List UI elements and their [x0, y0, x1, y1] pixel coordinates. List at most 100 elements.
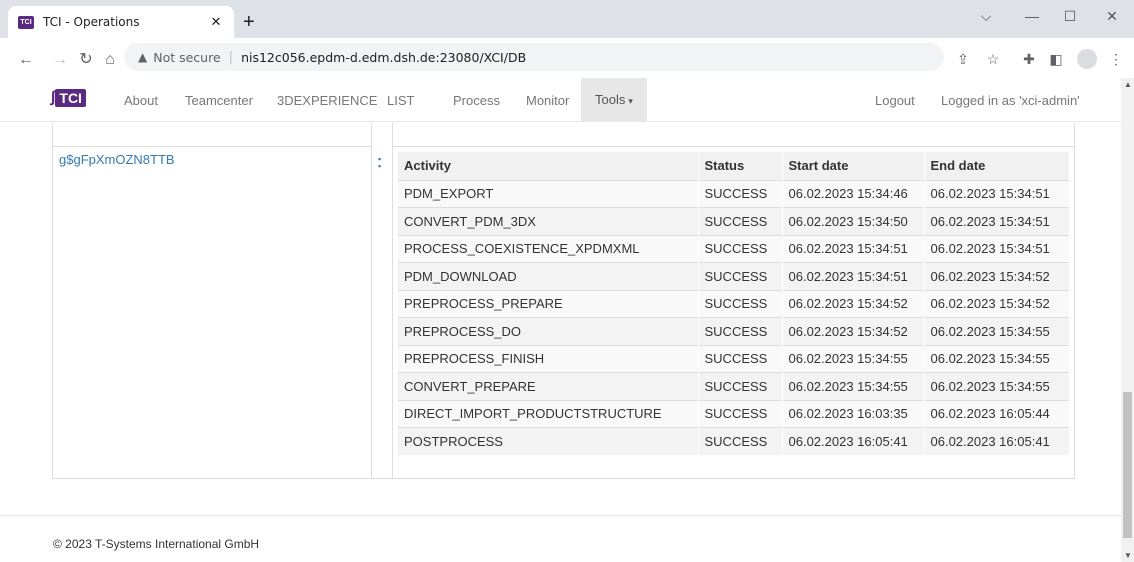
cell-status: SUCCESS	[698, 317, 783, 345]
browser-tab[interactable]: TCI TCI - Operations ✕	[8, 6, 234, 38]
forward-icon[interactable]: →	[50, 52, 70, 68]
side-panel-icon[interactable]: ◧	[1046, 51, 1066, 68]
tab-title: TCI - Operations	[43, 15, 140, 29]
cell-activity: PREPROCESS_FINISH	[398, 344, 699, 373]
cell-activity: PREPROCESS_DO	[398, 317, 699, 345]
cell-start-date: 06.02.2023 15:34:51	[782, 262, 925, 290]
table-row: PROCESS_COEXISTENCE_XPDMXML SUCCESS 06.02.…	[398, 234, 1070, 263]
browser-tabstrip: TCI TCI - Operations ✕ + ⌵ — ☐ ✕	[0, 0, 1134, 38]
cell-activity: PDM_EXPORT	[398, 179, 699, 208]
back-icon[interactable]: ←	[16, 52, 36, 68]
nav-monitor[interactable]: Monitor	[526, 93, 569, 108]
brand-text: TCI	[55, 89, 86, 107]
table-row: PREPROCESS_DO SUCCESS 06.02.2023 15:34:52 0…	[398, 317, 1070, 345]
row-divider	[52, 146, 372, 147]
cell-activity: CONVERT_PDM_3DX	[398, 207, 699, 235]
nav-logout[interactable]: Logout	[875, 93, 915, 108]
minimize-icon[interactable]: —	[1012, 8, 1052, 24]
reload-icon[interactable]: ↻	[76, 52, 96, 68]
cell-status: SUCCESS	[698, 372, 783, 400]
table-row: DIRECT_IMPORT_PRODUCTSTRUCTURE SUCCESS 06.…	[398, 399, 1070, 428]
home-icon[interactable]: ⌂	[100, 52, 120, 68]
app-navbar: ∫ TCI About Teamcenter 3DEXPERIENCE LIST…	[0, 78, 1121, 122]
cell-activity: DIRECT_IMPORT_PRODUCTSTRUCTURE	[398, 399, 699, 428]
cell-status: SUCCESS	[698, 344, 783, 373]
header-end-date[interactable]: End date	[924, 152, 1070, 180]
scroll-down-icon[interactable]: ▼	[1124, 551, 1132, 560]
maximize-icon[interactable]: ☐	[1050, 8, 1090, 25]
nav-list[interactable]: LIST	[387, 93, 414, 108]
header-activity[interactable]: Activity	[398, 152, 699, 180]
table-row: PDM_DOWNLOAD SUCCESS 06.02.2023 15:34:51 06…	[398, 262, 1070, 290]
cell-activity: PREPROCESS_PREPARE	[398, 289, 699, 318]
cell-end-date: 06.02.2023 15:34:52	[924, 262, 1070, 290]
cell-start-date: 06.02.2023 15:34:55	[782, 372, 925, 400]
cell-start-date: 06.02.2023 15:34:55	[782, 344, 925, 373]
cell-status: SUCCESS	[698, 262, 783, 290]
cell-end-date: 06.02.2023 15:34:55	[924, 344, 1070, 373]
footer-divider	[0, 515, 1121, 516]
nav-process[interactable]: Process	[453, 93, 500, 108]
cell-status: SUCCESS	[698, 179, 783, 208]
row-divider	[392, 146, 1075, 147]
logged-in-user: Logged in as 'xci-admin'	[941, 93, 1080, 108]
cell-activity: PDM_DOWNLOAD	[398, 262, 699, 290]
extensions-icon[interactable]: ✚	[1019, 51, 1039, 68]
share-icon[interactable]: ⇪	[953, 51, 973, 68]
bookmark-star-icon[interactable]: ☆	[983, 51, 1003, 68]
column-divider	[371, 123, 372, 478]
header-start-date[interactable]: Start date	[782, 152, 925, 180]
cell-start-date: 06.02.2023 15:34:50	[782, 207, 925, 235]
cell-start-date: 06.02.2023 16:05:41	[782, 427, 925, 455]
nav-tools-dropdown[interactable]: Tools ▾	[581, 78, 647, 122]
cell-start-date: 06.02.2023 15:34:52	[782, 317, 925, 345]
url-text: nis12c056.epdm-d.edm.dsh.de:23080/XCI/DB	[241, 49, 527, 65]
activity-table: Activity Status Start date End date PDM_…	[398, 152, 1070, 455]
nav-tools-label: Tools	[595, 92, 626, 107]
tci-logo[interactable]: ∫ TCI	[51, 89, 86, 107]
cell-status: SUCCESS	[698, 207, 783, 235]
cell-start-date: 06.02.2023 16:03:35	[782, 399, 925, 428]
cell-activity: CONVERT_PREPARE	[398, 372, 699, 400]
warning-icon: ▲	[138, 50, 148, 64]
cell-end-date: 06.02.2023 16:05:44	[924, 399, 1070, 428]
table-row: PDM_EXPORT SUCCESS 06.02.2023 15:34:46 06.0…	[398, 179, 1070, 208]
scroll-up-icon[interactable]: ▲	[1124, 80, 1132, 89]
scrollbar-thumb[interactable]	[1123, 392, 1132, 538]
header-status[interactable]: Status	[698, 152, 783, 180]
cell-start-date: 06.02.2023 15:34:51	[782, 234, 925, 263]
cell-status: SUCCESS	[698, 427, 783, 455]
tab-search-icon[interactable]: ⌵	[966, 8, 1006, 25]
browser-menu-icon[interactable]: ⋮	[1106, 51, 1126, 68]
url-input[interactable]: ▲ Not secure | nis12c056.epdm-d.edm.dsh.…	[124, 43, 944, 71]
tab-close-icon[interactable]: ✕	[208, 14, 224, 30]
cell-status: SUCCESS	[698, 399, 783, 428]
nav-about[interactable]: About	[124, 93, 158, 108]
table-row: PREPROCESS_FINISH SUCCESS 06.02.2023 15:34…	[398, 344, 1070, 373]
cell-status: SUCCESS	[698, 234, 783, 263]
table-row: CONVERT_PDM_3DX SUCCESS 06.02.2023 15:34:5…	[398, 207, 1070, 235]
window-close-icon[interactable]: ✕	[1092, 8, 1132, 25]
footer-copyright: © 2023 T-Systems International GmbH	[53, 537, 260, 551]
cell-end-date: 06.02.2023 15:34:51	[924, 179, 1070, 208]
cell-end-date: 06.02.2023 15:34:52	[924, 289, 1070, 318]
sort-icon[interactable]: ▪ ▪	[378, 155, 381, 171]
caret-down-icon: ▾	[628, 96, 633, 106]
cell-end-date: 06.02.2023 15:34:55	[924, 317, 1070, 345]
cell-activity: POSTPROCESS	[398, 427, 699, 455]
nav-3dexperience[interactable]: 3DEXPERIENCE	[277, 93, 377, 108]
cell-start-date: 06.02.2023 15:34:46	[782, 179, 925, 208]
cell-end-date: 06.02.2023 16:05:41	[924, 427, 1070, 455]
cell-start-date: 06.02.2023 15:34:52	[782, 289, 925, 318]
profile-avatar-icon[interactable]	[1077, 49, 1097, 69]
record-id-link[interactable]: g$gFpXmOZN8TTB	[59, 152, 175, 167]
nav-teamcenter[interactable]: Teamcenter	[185, 93, 253, 108]
url-separator: |	[228, 49, 234, 65]
table-header-row: Activity Status Start date End date	[398, 152, 1070, 180]
cell-end-date: 06.02.2023 15:34:55	[924, 372, 1070, 400]
column-divider	[392, 123, 393, 478]
cell-activity: PROCESS_COEXISTENCE_XPDMXML	[398, 234, 699, 263]
table-row: POSTPROCESS SUCCESS 06.02.2023 16:05:41 06.…	[398, 427, 1070, 455]
not-secure-label[interactable]: Not secure	[153, 50, 220, 65]
new-tab-icon[interactable]: +	[243, 12, 255, 32]
